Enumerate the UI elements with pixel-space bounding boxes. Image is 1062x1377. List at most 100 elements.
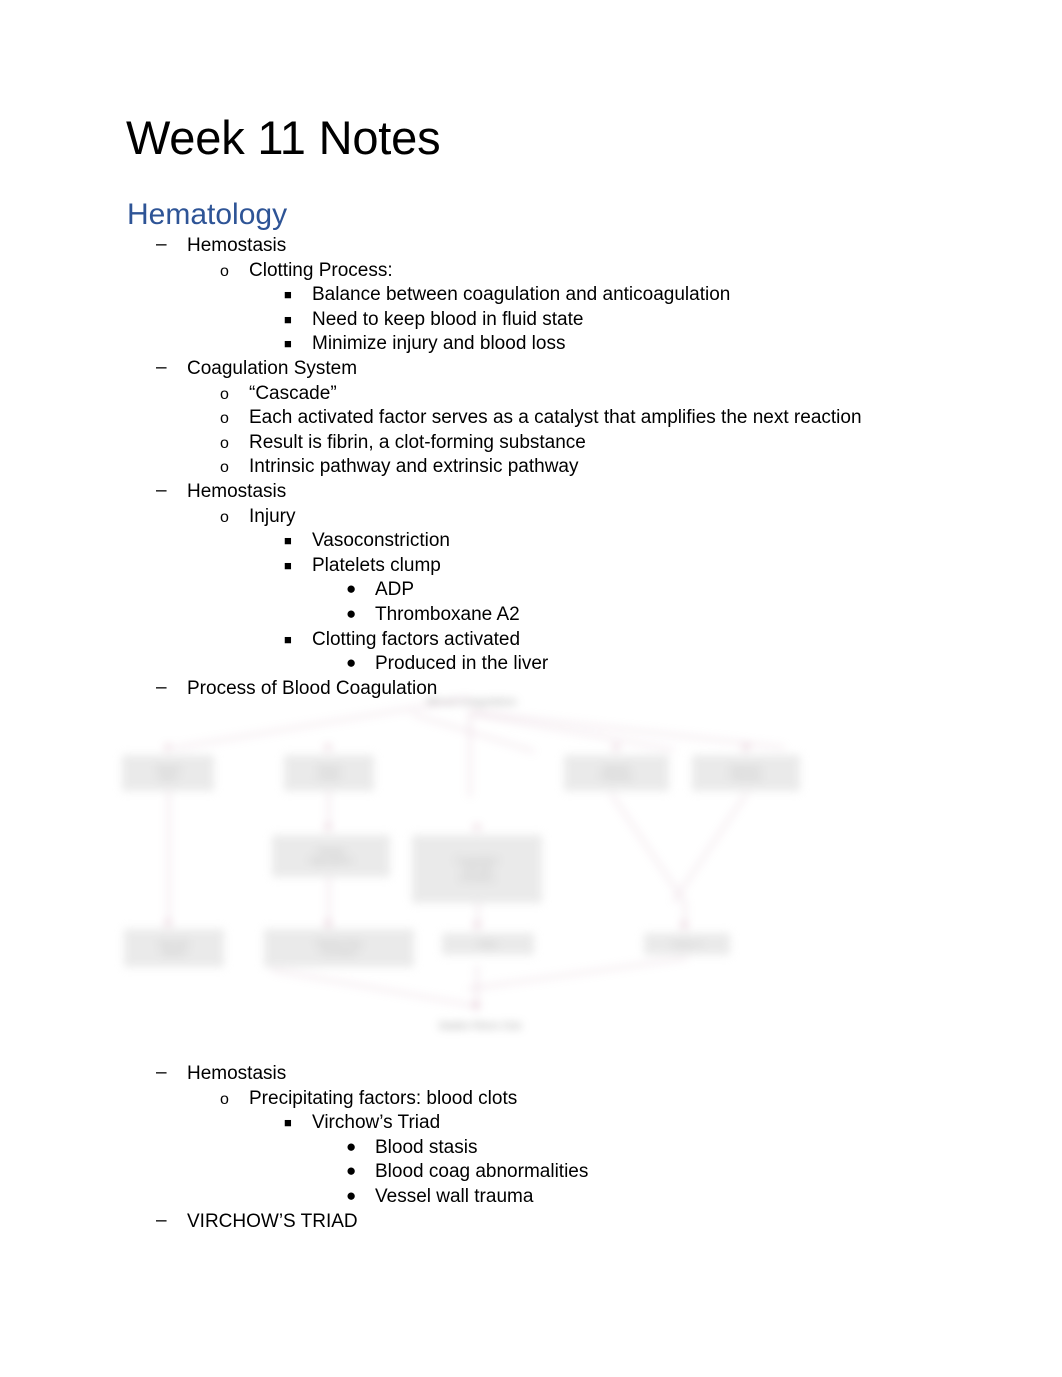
outline-item: ● Vessel wall trauma [0, 1185, 1062, 1210]
outline-item: ■ Platelets clump [0, 554, 1062, 579]
outline-item-label: “Cascade” [249, 382, 337, 404]
outline-item-label: Hemostasis [187, 480, 287, 502]
outline-item-label: Result is fibrin, a clot-forming substan… [249, 431, 586, 453]
figure-node: Vascular Spasm [124, 929, 224, 967]
outline-item: ● Blood coag abnormalities [0, 1160, 1062, 1185]
bullet-marker-level-3: ■ [284, 287, 292, 303]
outline-item: ● Blood stasis [0, 1136, 1062, 1161]
outline-item: ■ Clotting factors activated [0, 628, 1062, 653]
bullet-marker-level-1: – [156, 1062, 167, 1083]
outline-list-bottom: – Hemostasis o Precipitating factors: blood… [0, 1062, 1062, 1234]
outline-item: ■ Virchow’s Triad [0, 1111, 1062, 1136]
outline-item: ● ADP [0, 578, 1062, 603]
outline-item: ● Thromboxane A2 [0, 603, 1062, 628]
outline-item-label: Vessel wall trauma [375, 1185, 534, 1207]
figure-bottom-label: Stable Fibrin Clot [438, 1021, 522, 1032]
outline-item: ■ Vasoconstriction [0, 529, 1062, 554]
outline-item-label: Thromboxane A2 [375, 603, 520, 625]
outline-item-label: Clotting factors activated [312, 628, 521, 650]
bullet-marker-level-2: o [220, 385, 229, 403]
figure-connector [610, 793, 686, 904]
figure-connector [174, 697, 471, 749]
figure-node: Fibrin [442, 933, 534, 955]
bullet-marker-level-2: o [220, 1090, 229, 1108]
figure-node: Vessel Injury [122, 755, 214, 791]
outline-item-label: Intrinsic pathway and extrinsic pathway [249, 456, 579, 478]
outline-item-label: Coagulation System [187, 357, 358, 379]
figure-arrow [473, 825, 481, 831]
bullet-marker-level-4: ● [346, 653, 357, 673]
outline-item-label: Injury [249, 505, 296, 527]
bullet-marker-level-3: ■ [284, 533, 292, 549]
figure-connector [271, 969, 479, 1008]
figure-arrow [680, 923, 688, 929]
outline-item: ■ Need to keep blood in fluid state [0, 308, 1062, 333]
outline-item-label: Hemostasis [187, 235, 287, 256]
outline-item: o “Cascade” [0, 382, 1062, 407]
outline-item-label: Minimize injury and blood loss [312, 333, 566, 355]
bullet-marker-level-4: ● [346, 1185, 357, 1205]
bullet-marker-level-3: ■ [284, 557, 292, 573]
outline-item: – Hemostasis [0, 1062, 1062, 1087]
outline-item: – VIRCHOW’S TRIAD [0, 1210, 1062, 1235]
bullet-marker-level-4: ● [346, 1136, 357, 1156]
figure-connector [168, 791, 170, 925]
figure-connector [328, 791, 330, 829]
outline-item-label: Clotting Process: [249, 259, 393, 281]
figure-node: Tissue Factor [284, 755, 374, 791]
bullet-marker-level-3: ■ [284, 311, 292, 327]
figure-arrow [473, 923, 481, 929]
outline-item-label: Vasoconstriction [312, 530, 450, 552]
figure-connector [411, 713, 535, 752]
bullet-marker-level-3: ■ [284, 336, 292, 352]
process-of-blood-coagulation-figure: Blood Coagulation Vessel Injury Tissue Fac… [112, 697, 828, 1052]
outline-item: o Clotting Process: [0, 259, 1062, 284]
outline-item-label: Hemostasis [187, 1063, 287, 1084]
figure-arrow [324, 921, 332, 927]
outline-item: o Result is fibrin, a clot-forming substa… [0, 431, 1062, 456]
outline-item: ● Produced in the liver [0, 652, 1062, 677]
figure-arrow [164, 745, 172, 751]
figure-arrow [472, 1003, 480, 1009]
bullet-marker-level-2: o [220, 262, 229, 280]
figure-connector [471, 711, 785, 749]
figure-node: Factor X [644, 933, 730, 955]
bullet-marker-level-1: – [156, 234, 167, 255]
figure-arrow [324, 825, 332, 831]
outline-item: o Each activated factor serves as a catal… [0, 406, 1062, 431]
outline-item-label: Virchow’s Triad [312, 1112, 441, 1134]
outline-item: – Hemostasis [0, 480, 1062, 505]
bullet-marker-level-2: o [220, 508, 229, 526]
figure-connector [672, 792, 748, 903]
outline-item-label: Platelets clump [312, 554, 441, 576]
figure-node: Platelet Plug Formation [264, 929, 414, 967]
bullet-marker-level-2: o [220, 459, 229, 477]
bullet-marker-level-4: ● [346, 1161, 357, 1181]
figure-arrow [324, 745, 332, 751]
figure-node: Intrinsic Pathway [564, 755, 669, 791]
figure-node: Platelet Aggregation [272, 835, 390, 877]
outline-item: o Intrinsic pathway and extrinsic pathway [0, 455, 1062, 480]
outline-item: – Coagulation System [0, 357, 1062, 382]
bullet-marker-level-1: – [156, 479, 167, 501]
bullet-marker-level-2: o [220, 410, 229, 428]
outline-list-top: – Hemostasis o Clotting Process: ■ Balance be… [0, 234, 1062, 701]
outline-item-label: Each activated factor serves as a cataly… [249, 407, 862, 429]
outline-item: – Hemostasis [0, 234, 1062, 259]
outline-item-label: Need to keep blood in fluid state [312, 308, 584, 330]
figure-arrow [612, 745, 620, 751]
bullet-marker-level-3: ■ [284, 1115, 292, 1131]
bullet-marker-level-1: – [156, 1209, 167, 1231]
bullet-marker-level-1: – [156, 356, 167, 378]
figure-connector [469, 711, 471, 797]
figure-arrow [742, 745, 750, 751]
document-page: Week 11 Notes Hematology – Hemostasis o Clo… [0, 0, 1062, 1377]
figure-connector [467, 957, 688, 990]
outline-item: ■ Balance between coagulation and anticoa… [0, 283, 1062, 308]
outline-item-label: Balance between coagulation and anticoag… [312, 284, 731, 306]
outline-item-label: Blood coag abnormalities [375, 1161, 589, 1183]
figure-arrow [164, 921, 172, 927]
section-heading-hematology: Hematology [127, 198, 288, 231]
outline-item: o Precipitating factors: blood clots [0, 1087, 1062, 1112]
bullet-marker-level-4: ● [346, 603, 357, 623]
